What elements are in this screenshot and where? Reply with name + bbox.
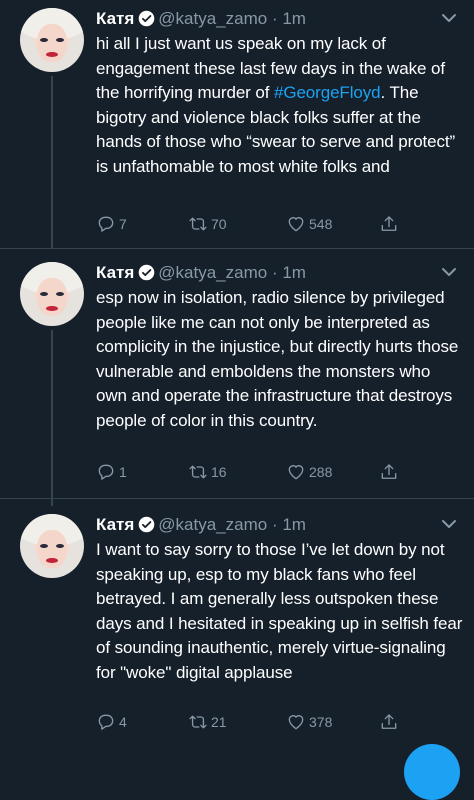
tweet-actions: 1 16 288: [96, 462, 436, 482]
tweet-3[interactable]: Катя @katya_zamo · 1m I want to say sorry…: [0, 506, 474, 755]
timestamp[interactable]: 1m: [282, 515, 306, 534]
avatar[interactable]: [20, 514, 84, 578]
separator-dot: ·: [267, 263, 283, 282]
retweet-count: 70: [211, 216, 227, 232]
thread-line: [51, 330, 53, 506]
share-icon: [381, 216, 397, 231]
chevron-down-icon[interactable]: [440, 266, 458, 278]
reply-icon: [98, 216, 114, 232]
handle[interactable]: @katya_zamo: [158, 9, 267, 28]
separator-dot: ·: [267, 9, 283, 28]
retweet-count: 21: [211, 714, 227, 730]
chevron-down-icon[interactable]: [440, 518, 458, 530]
tweet-actions: 7 70 548: [96, 214, 436, 234]
chevron-down-icon[interactable]: [440, 12, 458, 24]
separator-dot: ·: [267, 515, 283, 534]
display-name[interactable]: Катя: [96, 263, 134, 282]
hashtag-link[interactable]: #GeorgeFloyd: [274, 83, 381, 102]
display-name[interactable]: Катя: [96, 515, 134, 534]
reply-button[interactable]: 1: [96, 462, 127, 482]
share-icon: [381, 714, 397, 729]
reply-count: 1: [119, 464, 127, 480]
like-count: 548: [309, 216, 333, 232]
verified-badge-icon: [139, 264, 155, 281]
reply-count: 7: [119, 216, 127, 232]
like-button[interactable]: 548: [286, 214, 332, 234]
handle[interactable]: @katya_zamo: [158, 515, 267, 534]
tweet-text: I want to say sorry to those I’ve let do…: [96, 540, 463, 682]
like-icon: [288, 715, 304, 730]
retweet-button[interactable]: 21: [188, 712, 227, 732]
reply-button[interactable]: 7: [96, 214, 127, 234]
tweet-text: esp now in isolation, radio silence by p…: [96, 288, 459, 430]
retweet-count: 16: [211, 464, 227, 480]
like-icon: [288, 217, 304, 232]
retweet-button[interactable]: 70: [188, 214, 227, 234]
retweet-icon: [189, 465, 207, 479]
share-button[interactable]: [379, 214, 399, 234]
tweet-1[interactable]: Катя @katya_zamo · 1m hi all I just want …: [0, 0, 474, 248]
tweet-header: Катя @katya_zamo · 1m: [96, 262, 306, 284]
share-icon: [381, 464, 397, 479]
reply-icon: [98, 714, 114, 730]
tweet-header: Катя @katya_zamo · 1m: [96, 514, 306, 536]
share-button[interactable]: [379, 462, 399, 482]
share-button[interactable]: [379, 712, 399, 732]
like-count: 288: [309, 464, 333, 480]
avatar[interactable]: [20, 8, 84, 72]
compose-tweet-button[interactable]: [404, 744, 460, 800]
tweet-actions: 4 21 378: [96, 712, 436, 732]
verified-badge-icon: [139, 10, 155, 27]
divider: [0, 498, 474, 499]
reply-count: 4: [119, 714, 127, 730]
retweet-icon: [189, 715, 207, 729]
like-button[interactable]: 288: [286, 462, 332, 482]
timestamp[interactable]: 1m: [282, 263, 306, 282]
display-name[interactable]: Катя: [96, 9, 134, 28]
reply-button[interactable]: 4: [96, 712, 127, 732]
tweet-text: hi all I just want us speak on my lack o…: [96, 34, 456, 176]
tweet-header: Катя @katya_zamo · 1m: [96, 8, 306, 30]
timestamp[interactable]: 1m: [282, 9, 306, 28]
avatar[interactable]: [20, 262, 84, 326]
tweet-2[interactable]: Катя @katya_zamo · 1m esp now in isolatio…: [0, 254, 474, 506]
reply-icon: [98, 464, 114, 480]
like-count: 378: [309, 714, 333, 730]
divider: [0, 248, 474, 249]
like-icon: [288, 465, 304, 480]
handle[interactable]: @katya_zamo: [158, 263, 267, 282]
verified-badge-icon: [139, 516, 155, 533]
thread-line: [51, 76, 53, 248]
retweet-button[interactable]: 16: [188, 462, 227, 482]
retweet-icon: [189, 217, 207, 231]
like-button[interactable]: 378: [286, 712, 332, 732]
